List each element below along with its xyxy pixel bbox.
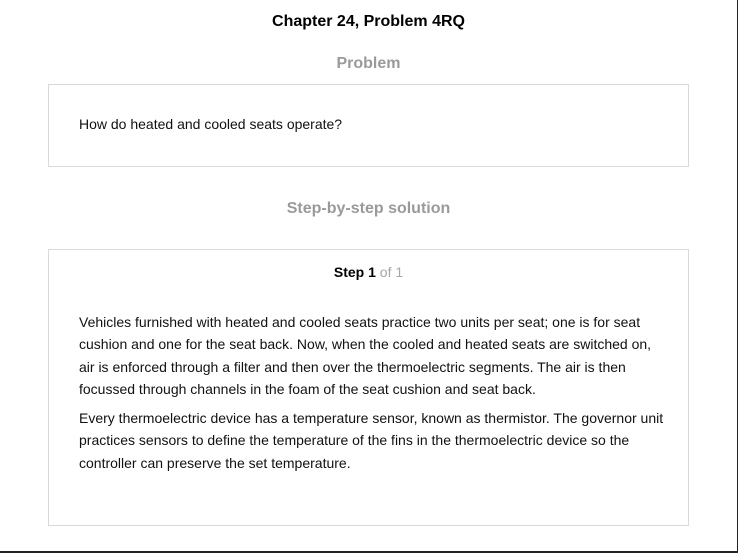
step-word: Step [333,264,365,280]
solution-body: Vehicles furnished with heated and coole… [79,311,664,481]
step-number: 1 [368,264,376,280]
page-title: Chapter 24, Problem 4RQ [272,13,465,30]
solution-paragraph: Every thermoelectric device has a temper… [79,410,664,471]
solution-heading: Step-by-step solution [286,200,451,217]
solution-paragraph: Vehicles furnished with heated and coole… [79,314,652,397]
step-indicator: Step 1 of 1 [49,263,688,281]
problem-box: How do heated and cooled seats operate? [48,84,689,167]
solution-box: Step 1 of 1 Vehicles furnished with heat… [48,249,689,526]
step-total: of 1 [379,264,404,280]
problem-text: How do heated and cooled seats operate? [79,116,343,132]
problem-heading: Problem [336,55,401,72]
